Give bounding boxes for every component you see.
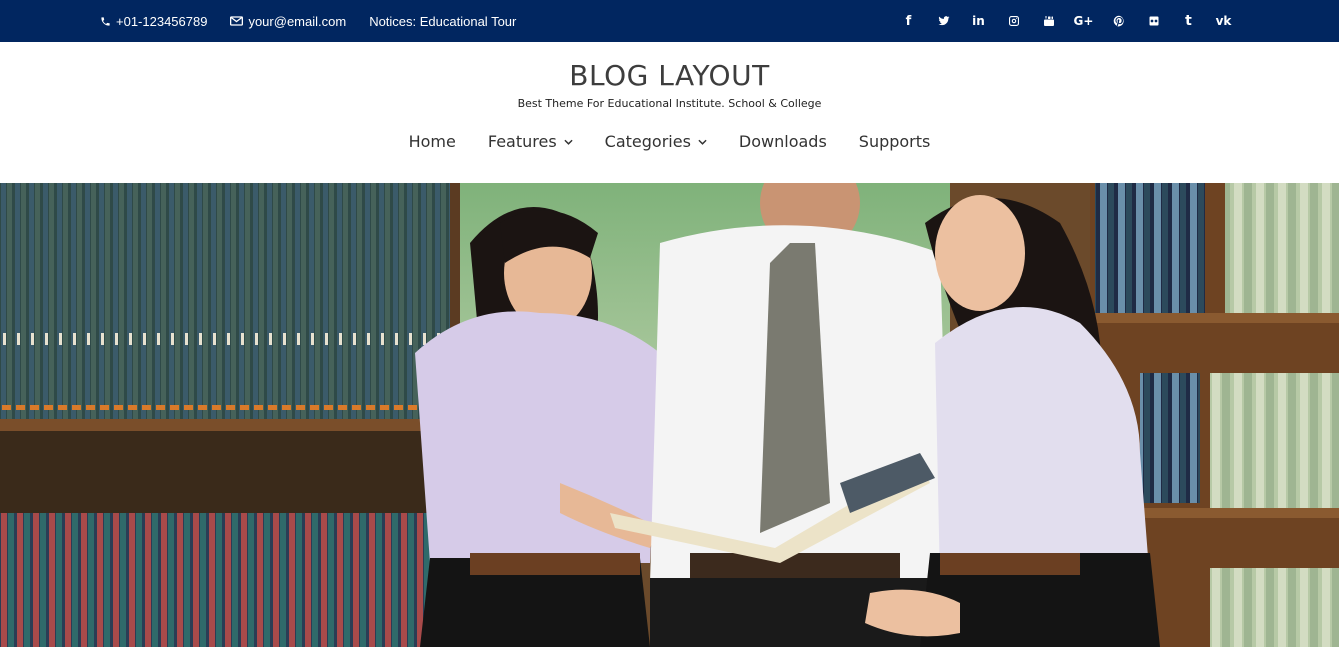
phone-icon [101, 16, 110, 26]
youtube-shape [1043, 16, 1054, 26]
hero-illustration [0, 183, 1339, 647]
envelope-icon [230, 16, 244, 26]
pinterest-shape [1113, 15, 1124, 27]
site-tagline: Best Theme For Educational Institute. Sc… [517, 97, 822, 110]
email-address: your@email.com [248, 13, 347, 29]
flickr-shape [1149, 16, 1158, 26]
nav-item-categories[interactable]: Categories [605, 132, 707, 151]
site-header: BLOG LAYOUT Best Theme For Educational I… [0, 42, 1339, 183]
flickr-icon[interactable] [1143, 11, 1164, 32]
chevron-down-icon [698, 139, 707, 145]
hero-banner-image [0, 183, 1339, 647]
email-contact[interactable]: your@email.com [230, 14, 346, 29]
google-plus-glyph: G+ [1073, 14, 1094, 28]
nav-supports-label: Supports [858, 132, 931, 151]
youtube-icon[interactable] [1038, 11, 1059, 32]
notice-link[interactable]: Notices: Educational Tour [369, 14, 516, 29]
social-links: f in G+ t vk [898, 0, 1248, 42]
twitter-icon[interactable] [933, 11, 954, 32]
nav-item-downloads[interactable]: Downloads [739, 132, 827, 151]
nav-item-home[interactable]: Home [409, 132, 456, 151]
top-bar: +01-123456789 your@email.com Notices: Ed… [0, 0, 1339, 42]
notice-text: Notices: Educational Tour [369, 13, 517, 29]
linkedin-icon[interactable]: in [968, 11, 989, 32]
chevron-down-icon [564, 139, 573, 145]
twitter-bird-shape [938, 16, 949, 26]
site-title[interactable]: BLOG LAYOUT [0, 59, 1339, 92]
nav-categories-label: Categories [604, 132, 691, 151]
facebook-icon[interactable]: f [898, 11, 919, 32]
vk-glyph: vk [1215, 14, 1232, 28]
nav-item-features[interactable]: Features [488, 132, 573, 151]
phone-number: +01-123456789 [116, 13, 208, 29]
nav-home-label: Home [408, 132, 456, 151]
tumblr-icon[interactable]: t [1178, 11, 1199, 32]
facebook-glyph: f [905, 13, 912, 29]
google-plus-icon[interactable]: G+ [1073, 11, 1094, 32]
nav-downloads-label: Downloads [738, 132, 827, 151]
main-navigation: Home Features Categories Downloads Suppo… [0, 132, 1339, 151]
instagram-shape [1008, 16, 1019, 26]
tumblr-glyph: t [1185, 13, 1192, 29]
vk-icon[interactable]: vk [1213, 11, 1234, 32]
nav-item-supports[interactable]: Supports [859, 132, 931, 151]
pinterest-icon[interactable] [1108, 11, 1129, 32]
nav-features-label: Features [487, 132, 557, 151]
linkedin-glyph: in [972, 14, 985, 28]
phone-contact[interactable]: +01-123456789 [100, 14, 207, 29]
instagram-icon[interactable] [1003, 11, 1024, 32]
contact-info: +01-123456789 your@email.com Notices: Ed… [100, 0, 539, 42]
